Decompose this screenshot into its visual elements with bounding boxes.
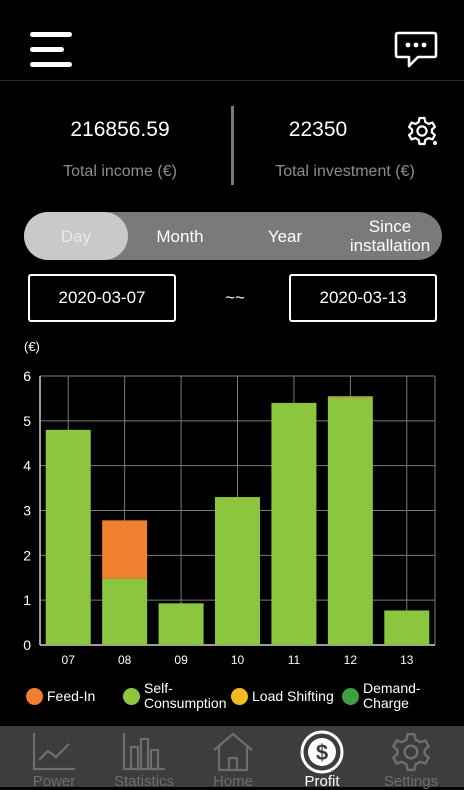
- bar-self-consumption-12: [327, 397, 373, 645]
- bar-self-consumption-13: [384, 610, 430, 645]
- gear-icon[interactable]: [406, 115, 438, 147]
- hamburger-menu-icon[interactable]: [26, 32, 76, 72]
- legend-swatch: [26, 688, 43, 705]
- y-tick-label: 5: [23, 413, 31, 429]
- tab-home-label: Home: [212, 773, 253, 790]
- end-date-field[interactable]: 2020-03-13: [289, 274, 437, 322]
- tab-home[interactable]: Home: [188, 726, 278, 790]
- tab-settings-label: Settings: [383, 773, 439, 790]
- tab-profit[interactable]: $ Profit: [277, 726, 367, 790]
- bar-feed-in-12: [327, 396, 373, 398]
- tab-power[interactable]: Power: [9, 726, 99, 790]
- line-chart-icon: [9, 730, 99, 772]
- legend-swatch: [342, 687, 359, 705]
- tab-statistics-label: Statistics: [113, 773, 174, 790]
- period-selector: Day Month Year Since installation: [24, 212, 442, 260]
- x-tick-label: 12: [344, 653, 358, 667]
- tab-year[interactable]: Year: [238, 212, 332, 260]
- bar-self-consumption-07: [45, 429, 91, 645]
- home-icon: [188, 730, 278, 772]
- y-tick-label: 6: [23, 368, 31, 384]
- bottom-tab-bar: Power Statistics Home $ Profit Settings: [0, 726, 464, 790]
- total-investment-value: 22350: [288, 118, 348, 141]
- tab-since-installation[interactable]: Since installation: [342, 212, 438, 260]
- legend-label: Demand- Charge: [363, 680, 421, 711]
- svg-text:$: $: [316, 740, 328, 765]
- total-income-value: 216856.59: [70, 118, 170, 141]
- y-tick-label: 0: [23, 637, 31, 653]
- bar-self-consumption-11: [271, 402, 317, 645]
- x-tick-label: 10: [231, 653, 245, 667]
- legend-item: Demand- Charge: [342, 681, 421, 711]
- bar-self-consumption-08: [102, 578, 148, 645]
- tab-power-label: Power: [32, 773, 76, 790]
- legend-label: Self- Consumption: [144, 680, 227, 711]
- legend-label: Feed-In: [47, 688, 96, 704]
- x-tick-label: 09: [174, 653, 188, 667]
- legend-item: Feed-In: [26, 688, 95, 705]
- tab-statistics[interactable]: Statistics: [99, 726, 189, 790]
- tab-profit-label: Profit: [304, 773, 340, 790]
- tab-day[interactable]: Day: [24, 212, 128, 260]
- tab-month[interactable]: Month: [132, 212, 228, 260]
- y-tick-label: 2: [23, 547, 31, 563]
- app-header: [0, 0, 464, 81]
- legend-swatch: [123, 687, 140, 705]
- y-tick-label: 3: [23, 503, 31, 519]
- tab-settings[interactable]: Settings: [366, 726, 456, 790]
- legend-item: Self- Consumption: [123, 681, 227, 711]
- x-tick-label: 11: [288, 653, 301, 667]
- legend-swatch: [231, 688, 248, 705]
- start-date-field[interactable]: 2020-03-07: [28, 274, 176, 322]
- x-tick-label: 08: [118, 653, 132, 667]
- bar-chart-icon: [99, 730, 189, 772]
- total-income-label: Total income (€): [63, 163, 177, 180]
- total-investment-label: Total investment (€): [275, 163, 415, 180]
- y-tick-label: 1: [23, 592, 31, 608]
- date-range-separator: ~~: [225, 288, 245, 307]
- chart-unit-label: (€): [24, 339, 40, 354]
- legend-label: Load Shifting: [252, 688, 334, 704]
- profit-bar-chart: 012345607 08 09 10 11 12 13: [23, 368, 436, 667]
- legend-item: Load Shifting: [231, 688, 334, 705]
- bar-feed-in-08: [102, 520, 148, 579]
- gear-icon: [366, 730, 456, 772]
- bar-self-consumption-10: [215, 497, 260, 645]
- dollar-coin-icon: $: [277, 730, 367, 774]
- x-tick-label: 13: [400, 653, 414, 667]
- chat-bubble-icon[interactable]: [394, 30, 438, 70]
- bar-self-consumption-09: [158, 603, 204, 645]
- y-tick-label: 4: [23, 458, 31, 474]
- x-tick-label: 07: [62, 653, 76, 667]
